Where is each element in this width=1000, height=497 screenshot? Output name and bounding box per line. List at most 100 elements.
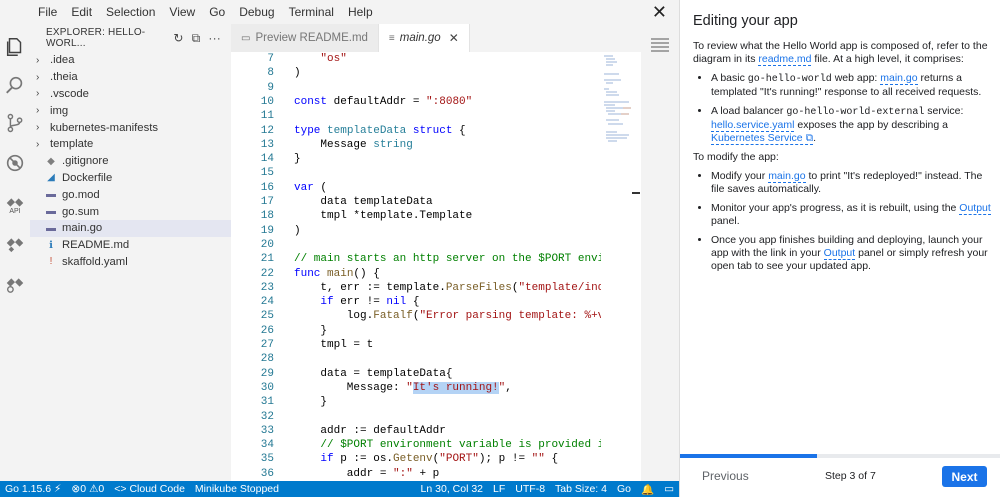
docker-icon: ◢: [47, 172, 55, 184]
scrollbar-thumb[interactable]: [632, 192, 640, 194]
line-content: tmpl *template.Template: [294, 210, 473, 223]
line-number: 15: [260, 167, 274, 180]
minikube-status[interactable]: Minikube Stopped: [190, 483, 284, 495]
output-link[interactable]: Output: [823, 247, 856, 260]
collapse-all-icon[interactable]: ⧉: [192, 31, 201, 46]
explorer-header: EXPLORER: HELLO-WORL... ↻ ⧉ ···: [30, 24, 231, 52]
chevron-right-icon: ›: [36, 138, 40, 150]
tree-item-label: template: [50, 138, 94, 151]
main-go-link[interactable]: main.go: [768, 170, 806, 183]
line-number: 31: [260, 396, 274, 409]
file-item[interactable]: ▬ main.go: [30, 219, 231, 237]
cloud-code-run-icon[interactable]: [2, 268, 28, 298]
tutorial-progress-bar: [680, 454, 1000, 458]
tab-label: main.go: [399, 32, 441, 44]
line-content: type templateData struct {: [294, 124, 466, 137]
tab-preview-readme[interactable]: ▭ Preview README.md: [231, 24, 379, 52]
code-line: 9: [231, 81, 601, 95]
cloud-code-kubernetes-icon[interactable]: [2, 228, 28, 258]
output-link[interactable]: Output: [959, 202, 991, 215]
refresh-icon[interactable]: ↻: [173, 31, 183, 46]
debug-icon[interactable]: [2, 148, 28, 178]
vertical-scrollbar[interactable]: [633, 52, 641, 481]
line-content: }: [294, 153, 301, 166]
file-item[interactable]: ◆ .gitignore: [30, 153, 231, 170]
notifications-bell-icon[interactable]: 🔔: [636, 483, 659, 496]
code-line: 25 log.Fatalf("Error parsing template: %…: [231, 309, 601, 323]
source-control-icon[interactable]: [2, 108, 28, 138]
cloud-code-status[interactable]: <> Cloud Code: [109, 483, 190, 495]
line-content: Message string: [294, 138, 413, 151]
line-content: var (: [294, 181, 328, 194]
file-item[interactable]: ◢ Dockerfile: [30, 170, 231, 187]
code-line: 7 "os": [231, 52, 601, 66]
line-number: 28: [260, 353, 274, 366]
line-number: 29: [260, 367, 274, 380]
problems-status[interactable]: ⊗0 ⚠0: [66, 483, 109, 495]
code-line: 26 }: [231, 324, 601, 338]
cursor-position[interactable]: Ln 30, Col 32: [416, 483, 488, 496]
line-number: 22: [260, 267, 274, 280]
code-line: 34 // $PORT environment variable is prov…: [231, 438, 601, 452]
folder-item[interactable]: › .idea: [30, 52, 231, 69]
line-number: 10: [260, 95, 274, 108]
code-line: 28: [231, 352, 601, 366]
close-tab-icon[interactable]: ✕: [449, 31, 459, 45]
menu-file[interactable]: File: [31, 0, 64, 24]
code-line: 12 type templateData struct {: [231, 124, 601, 138]
main-go-link[interactable]: main.go: [880, 72, 918, 85]
file-item[interactable]: ▬ go.mod: [30, 186, 231, 203]
code-line: 19): [231, 224, 601, 238]
go-version-status[interactable]: Go 1.15.6 ⚡: [0, 483, 66, 495]
explorer-files-icon[interactable]: [2, 32, 28, 62]
go-file-icon: ▬: [46, 206, 56, 218]
close-editor-icon[interactable]: ✕: [652, 2, 667, 22]
readme-link[interactable]: readme.md: [758, 53, 812, 66]
menu-edit[interactable]: Edit: [64, 0, 99, 24]
search-icon[interactable]: [2, 70, 28, 100]
tree-item-label: skaffold.yaml: [62, 255, 128, 268]
folder-item[interactable]: › .vscode: [30, 86, 231, 103]
line-content: addr = ":" + p: [294, 467, 440, 480]
line-number: 36: [260, 467, 274, 480]
menu-debug[interactable]: Debug: [232, 0, 281, 24]
file-item[interactable]: ! skaffold.yaml: [30, 254, 231, 271]
folder-item[interactable]: › kubernetes-manifests: [30, 119, 231, 136]
go-file-icon: ▬: [46, 222, 56, 234]
warning-icon: ⚠: [89, 483, 99, 495]
modify-heading: To modify the app:: [693, 151, 779, 163]
menu-view[interactable]: View: [162, 0, 202, 24]
folder-item[interactable]: › img: [30, 102, 231, 119]
menu-terminal[interactable]: Terminal: [282, 0, 341, 24]
tree-item-label: .theia: [50, 71, 78, 84]
line-content: // main starts an http server on the $PO…: [294, 253, 601, 266]
previous-button[interactable]: Previous: [702, 469, 749, 483]
menu-go[interactable]: Go: [202, 0, 232, 24]
minimap[interactable]: [601, 52, 633, 152]
tutorial-intro: To review what the Hello World app is co…: [693, 40, 988, 66]
code-line: 24 if err != nil {: [231, 295, 601, 309]
next-button[interactable]: Next: [942, 466, 987, 487]
eol-status[interactable]: LF: [488, 483, 510, 496]
folder-item[interactable]: › template: [30, 136, 231, 153]
file-tree: › .idea › .theia › .vscode › img › kubernetes-man…: [30, 52, 231, 270]
chevron-right-icon: ›: [36, 122, 40, 134]
more-actions-icon[interactable]: ···: [208, 31, 221, 46]
menu-selection[interactable]: Selection: [99, 0, 162, 24]
line-content: }: [294, 324, 328, 337]
list-item: Once you app finishes building and deplo…: [711, 234, 993, 273]
file-item[interactable]: ℹ README.md: [30, 237, 231, 254]
go-file-icon: ≡: [388, 32, 395, 44]
feedback-icon[interactable]: ▭: [659, 483, 679, 496]
service-yaml-link[interactable]: hello.service.yaml: [711, 119, 795, 132]
outline-list-icon[interactable]: [649, 36, 671, 54]
tab-main-go[interactable]: ≡ main.go ✕: [378, 24, 470, 52]
folder-item[interactable]: › .theia: [30, 69, 231, 86]
menu-help[interactable]: Help: [341, 0, 380, 24]
tab-size-status[interactable]: Tab Size: 4: [550, 483, 612, 496]
language-mode-status[interactable]: Go: [612, 483, 636, 496]
file-item[interactable]: ▬ go.sum: [30, 203, 231, 220]
encoding-status[interactable]: UTF-8: [510, 483, 550, 496]
code-area[interactable]: 7 "os" 8) 9 10 const defaultAddr = ":8080" 11…: [231, 52, 601, 481]
kubernetes-service-link[interactable]: Kubernetes Service ⧉: [711, 132, 814, 145]
